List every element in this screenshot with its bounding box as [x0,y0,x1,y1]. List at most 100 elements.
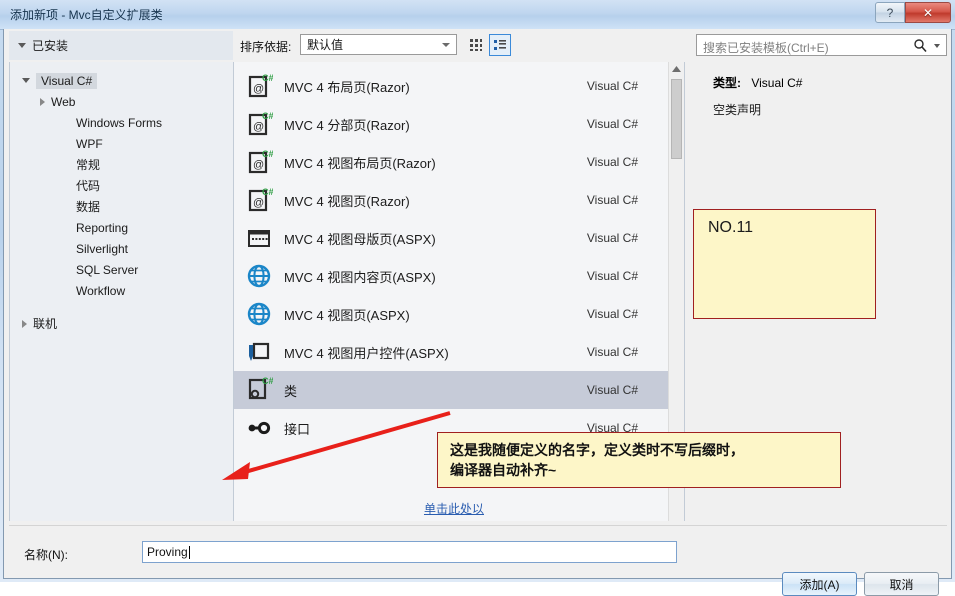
template-row[interactable]: C# 类 Visual C# [234,371,684,409]
sidebar-item-label: 代码 [76,179,101,193]
sidebar-item-label: WPF [76,136,103,151]
template-row[interactable]: @ C# MVC 4 视图布局页(Razor) Visual C# [234,143,684,181]
sidebar-item-3[interactable]: WPF [10,133,233,154]
sidebar-item-5[interactable]: 代码 [10,175,233,196]
detail-type-value: Visual C# [751,76,803,90]
sort-by-dropdown[interactable]: 默认值 [300,34,457,55]
category-tree: Visual C# Web Windows Forms WPF 常规代码数据 Report… [9,62,233,521]
class-icon: C# [248,376,273,400]
chevron-down-icon[interactable] [934,44,940,48]
sidebar-item-label: SQL Server [76,262,139,277]
footer-divider [9,525,947,526]
template-icon: @ C# [244,185,274,215]
toolbar-row: 已安装 排序依据: 默认值 搜索已安装模板(Ctrl+E) [4,29,951,62]
template-language: Visual C# [586,117,638,131]
grid-view-icon [470,39,482,51]
sidebar-item-label: Web [51,94,76,109]
template-icon [244,413,274,443]
user-control-icon [249,342,270,361]
sidebar-item-2[interactable]: Windows Forms [10,112,233,133]
sort-by-value: 默认值 [307,38,344,52]
text-caret [188,545,190,559]
chevron-right-icon [22,319,27,328]
template-language: Visual C# [586,193,638,207]
template-icon: @ C# [244,71,274,101]
window-title: 添加新项 - Mvc自定义扩展类 [10,8,163,22]
sidebar-item-1[interactable]: Web [10,91,233,112]
annotation-note-box: 这是我随便定义的名字，定义类时不写后缀时， 编译器自动补齐~ [437,432,841,488]
chevron-down-icon [18,43,26,48]
razor-page-icon: @C# [248,149,273,174]
template-list-rows: @ C# MVC 4 布局页(Razor) Visual C# @ C# MVC 4 分部页… [234,67,684,447]
template-language: Visual C# [586,79,638,93]
online-templates-link[interactable]: 单击此处以 [424,502,484,516]
svg-text:C#: C# [262,149,273,159]
annotation-badge-box: NO.11 [693,209,876,319]
globe-icon [247,302,271,326]
template-icon: @ C# [244,109,274,139]
close-button[interactable]: ✕ [905,2,951,23]
svg-text:@: @ [253,83,264,95]
template-icon: @ C# [244,147,274,177]
search-icon [913,38,928,56]
installed-header[interactable]: 已安装 [9,31,233,60]
sidebar-item-label: Workflow [76,283,126,298]
template-language: Visual C# [586,155,638,169]
sort-by-label: 排序依据: [240,40,292,54]
template-language: Visual C# [586,383,638,397]
sidebar-item-0[interactable]: Visual C# [10,70,233,91]
svg-text:@: @ [253,197,264,209]
sidebar-item-label: 数据 [76,200,101,214]
help-button[interactable]: ? [875,2,905,23]
svg-text:C#: C# [262,73,273,83]
template-icon [244,299,274,329]
template-name: MVC 4 视图用户控件(ASPX) [284,345,449,361]
razor-page-icon: @C# [248,111,273,136]
template-row[interactable]: @ C# MVC 4 布局页(Razor) Visual C# [234,67,684,105]
list-view-button[interactable] [489,34,511,56]
sidebar-item-label: 联机 [33,317,58,331]
template-name: MVC 4 视图母版页(ASPX) [284,231,436,247]
annotation-note-line1: 这是我随便定义的名字，定义类时不写后缀时， [450,442,744,458]
template-row[interactable]: MVC 4 视图页(ASPX) Visual C# [234,295,684,333]
sidebar-item-7[interactable]: Reporting [10,217,233,238]
template-row[interactable]: MVC 4 视图内容页(ASPX) Visual C# [234,257,684,295]
sidebar-item-10[interactable]: Workflow [10,280,233,301]
name-input-value: Proving [147,545,188,559]
template-name: MVC 4 布局页(Razor) [284,79,410,95]
svg-text:C#: C# [262,111,273,121]
sidebar-item-6[interactable]: 数据 [10,196,233,217]
window-controls: ? ✕ [875,2,951,24]
name-label: 名称(N): [24,548,68,562]
tree-gap [10,301,233,313]
search-input[interactable]: 搜索已安装模板(Ctrl+E) [696,34,947,56]
grid-view-button[interactable] [465,34,487,56]
template-row[interactable]: @ C# MVC 4 分部页(Razor) Visual C# [234,105,684,143]
detail-type-row: 类型: Visual C# [713,74,802,91]
svg-text:C#: C# [262,376,273,386]
template-language: Visual C# [586,231,638,245]
sidebar-item-8[interactable]: Silverlight [10,238,233,259]
sidebar-item-11[interactable]: 联机 [10,313,233,334]
template-row[interactable]: MVC 4 视图母版页(ASPX) Visual C# [234,219,684,257]
template-row[interactable]: MVC 4 视图用户控件(ASPX) Visual C# [234,333,684,371]
template-row[interactable]: @ C# MVC 4 视图页(Razor) Visual C# [234,181,684,219]
template-icon: C# [244,375,274,405]
template-icon [244,261,274,291]
sidebar-item-4[interactable]: 常规 [10,154,233,175]
scrollbar-thumb[interactable] [671,79,682,159]
annotation-note-line2: 编译器自动补齐~ [450,462,557,478]
svg-text:@: @ [253,159,264,171]
cancel-button[interactable]: 取消 [864,572,939,596]
detail-description: 空类声明 [713,103,762,117]
sidebar-item-9[interactable]: SQL Server [10,259,233,280]
template-language: Visual C# [586,307,638,321]
template-name: MVC 4 视图页(Razor) [284,193,410,209]
master-page-icon [248,230,270,247]
add-button[interactable]: 添加(A) [782,572,857,596]
scroll-up-icon[interactable] [669,62,684,77]
name-input[interactable]: Proving [142,541,677,563]
